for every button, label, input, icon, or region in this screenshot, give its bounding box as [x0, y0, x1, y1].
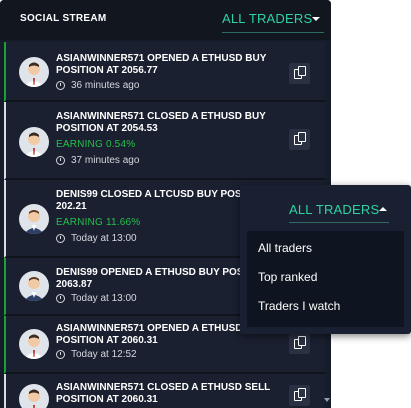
traders-filter-dropdown[interactable]: ALL TRADERS [222, 10, 324, 33]
avatar [19, 271, 49, 301]
time-text: Today at 12:52 [71, 349, 137, 360]
option-top-ranked[interactable]: Top ranked [258, 270, 317, 284]
dropdown-toggle[interactable]: ALL TRADERS [289, 199, 389, 223]
scroll-down-arrow-icon[interactable] [324, 398, 330, 402]
clock-icon [56, 234, 65, 243]
avatar [19, 127, 49, 157]
clock-icon [56, 156, 65, 165]
dropdown-options: All traders Top ranked Traders I watch [247, 231, 404, 327]
earning-text: EARNING 11.66% [56, 217, 141, 228]
message-line1: ASIANWINNER571 CLOSED A ETHUSD SELL [56, 382, 271, 393]
panel-header: SOCIAL STREAM ALL TRADERS [0, 0, 331, 40]
time-text: Today at 13:00 [71, 293, 137, 304]
clock-icon [56, 350, 65, 359]
panel-title: SOCIAL STREAM [20, 13, 107, 24]
avatar [19, 204, 49, 234]
message-line2: POSITION AT 2060.31 [56, 394, 158, 405]
message-line2: POSITION AT 2060.31 [56, 335, 158, 346]
timestamp: Today at 13:00 [56, 293, 137, 304]
stream-item: ASIANWINNER571 CLOSED A ETHUSD SELL POSI… [4, 374, 325, 408]
time-text: 37 minutes ago [71, 155, 140, 166]
earning-text: EARNING 0.54% [56, 139, 136, 150]
time-text: Today at 13:00 [71, 233, 137, 244]
message-line2: POSITION AT 2054.53 [56, 123, 158, 134]
copy-trade-button[interactable] [289, 129, 310, 150]
traders-dropdown-menu: ALL TRADERS All traders Top ranked Trade… [240, 185, 411, 334]
clock-icon [56, 81, 65, 90]
filter-label: ALL TRADERS [222, 11, 313, 26]
clock-icon [56, 294, 65, 303]
copy-trade-button[interactable] [289, 63, 310, 84]
caret-up-icon [379, 207, 387, 211]
option-traders-i-watch[interactable]: Traders I watch [258, 299, 340, 313]
avatar [19, 57, 49, 87]
dropdown-toggle-label: ALL TRADERS [289, 202, 380, 217]
timestamp: Today at 12:52 [56, 349, 137, 360]
timestamp: 36 minutes ago [56, 80, 139, 91]
message-line1: ASIANWINNER571 OPENED A ETHUSD BUY [56, 53, 267, 64]
time-text: 36 minutes ago [71, 80, 140, 91]
avatar [19, 329, 49, 359]
timestamp: Today at 13:00 [56, 233, 137, 244]
copy-trade-button[interactable] [289, 333, 310, 354]
timestamp: 37 minutes ago [56, 155, 139, 166]
message-line2: POSITION AT 2056.77 [56, 65, 158, 76]
stream-item: ASIANWINNER571 OPENED A ETHUSD BUY POSIT… [4, 42, 325, 102]
copy-trade-button[interactable] [289, 385, 310, 406]
caret-down-icon [312, 17, 320, 21]
stream-item: ASIANWINNER571 CLOSED A ETHUSD BUY POSIT… [4, 102, 325, 180]
option-all-traders[interactable]: All traders [258, 241, 312, 255]
avatar [19, 384, 49, 408]
message-line1: ASIANWINNER571 CLOSED A ETHUSD BUY [56, 111, 266, 122]
